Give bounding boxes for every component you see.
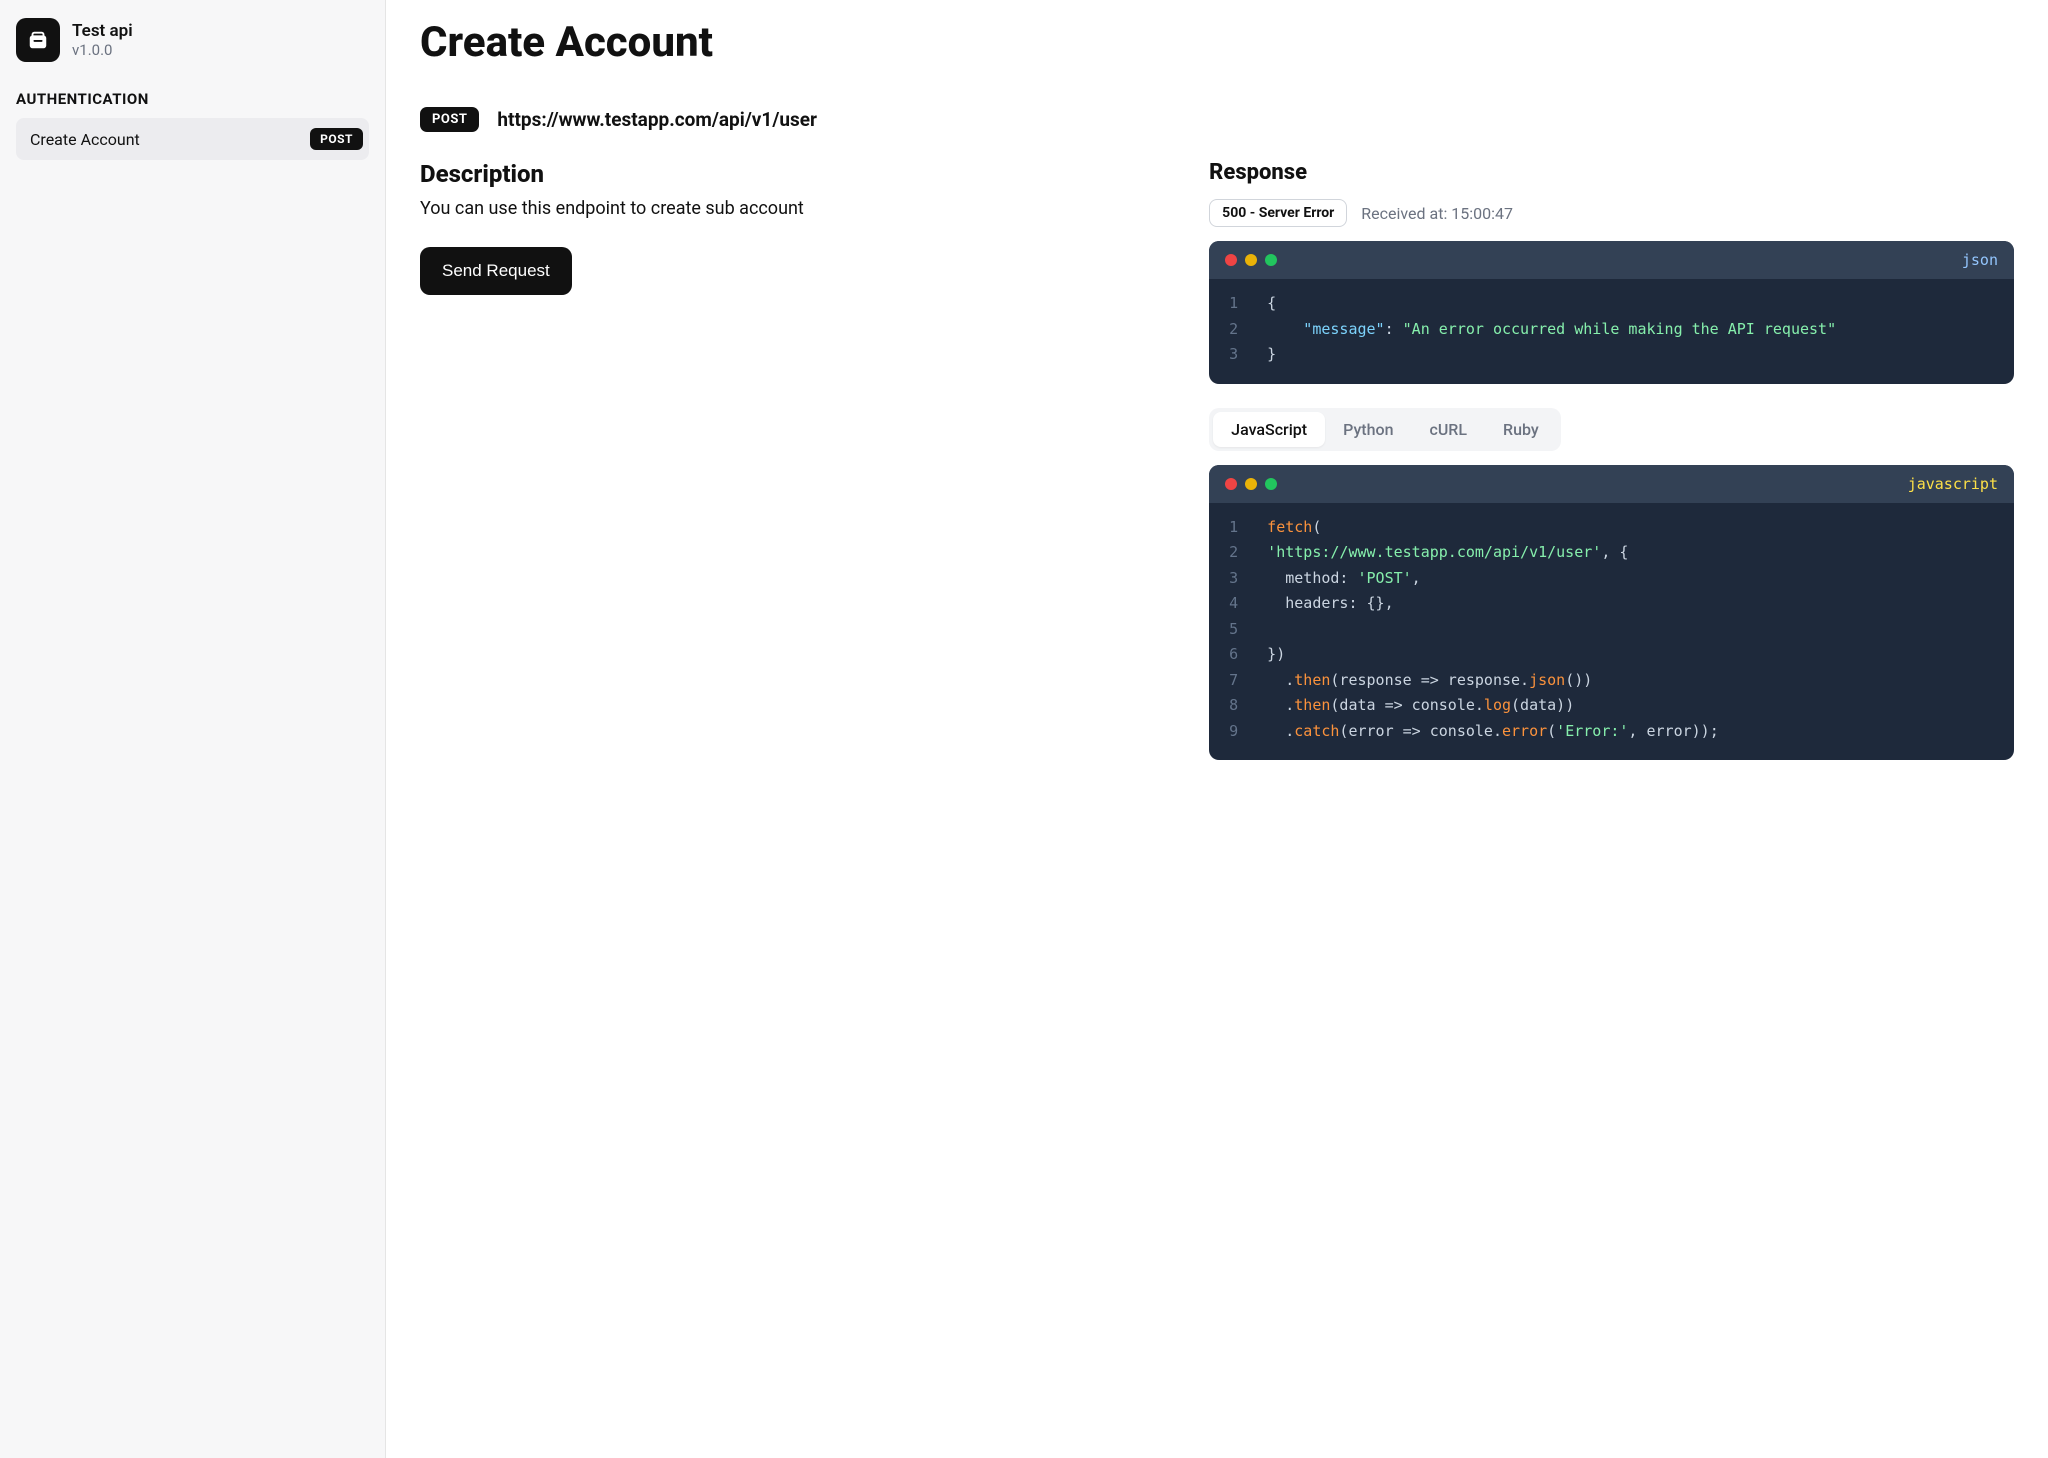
line-number: 1 <box>1229 291 1267 317</box>
tab-javascript[interactable]: JavaScript <box>1213 412 1325 447</box>
endpoint-method-badge: POST <box>420 107 479 132</box>
line-number: 6 <box>1229 642 1267 668</box>
response-received-at: Received at: 15:00:47 <box>1361 204 1513 223</box>
line-content: }) <box>1267 642 1994 668</box>
line-number: 2 <box>1229 540 1267 566</box>
line-content: "message": "An error occurred while maki… <box>1267 317 1994 343</box>
response-meta: 500 - Server Error Received at: 15:00:47 <box>1209 199 2014 227</box>
tab-python[interactable]: Python <box>1325 412 1411 447</box>
description-heading: Description <box>420 160 1169 188</box>
window-dot-red <box>1225 254 1237 266</box>
line-number: 3 <box>1229 342 1267 368</box>
endpoint-url: https://www.testapp.com/api/v1/user <box>497 108 817 131</box>
sidebar-item-method-badge: POST <box>310 128 363 150</box>
code-line: 2'https://www.testapp.com/api/v1/user', … <box>1229 540 1994 566</box>
sample-code-titlebar: javascript <box>1209 465 2014 503</box>
sidebar: Test api v1.0.0 AUTHENTICATION Create Ac… <box>0 0 386 1458</box>
sidebar-header: Test api v1.0.0 <box>16 18 369 62</box>
line-content: .then(response => response.json()) <box>1267 668 1994 694</box>
line-content: { <box>1267 291 1994 317</box>
main-content: Create Account POST https://www.testapp.… <box>386 0 2048 1458</box>
code-line: 1fetch( <box>1229 515 1994 541</box>
sample-code-body: 1fetch(2'https://www.testapp.com/api/v1/… <box>1209 503 2014 761</box>
endpoint-row: POST https://www.testapp.com/api/v1/user <box>420 107 2014 132</box>
line-content: headers: {}, <box>1267 591 1994 617</box>
code-line: 6}) <box>1229 642 1994 668</box>
line-number: 4 <box>1229 591 1267 617</box>
code-line: 3 method: 'POST', <box>1229 566 1994 592</box>
sample-code-window: javascript 1fetch(2'https://www.testapp.… <box>1209 465 2014 761</box>
app-name: Test api <box>72 21 133 41</box>
tab-ruby[interactable]: Ruby <box>1485 412 1557 447</box>
code-line: 7 .then(response => response.json()) <box>1229 668 1994 694</box>
sidebar-section-label: AUTHENTICATION <box>16 90 369 108</box>
line-content <box>1267 617 1994 643</box>
app-icon <box>16 18 60 62</box>
window-dots <box>1225 254 1277 266</box>
window-dot-green <box>1265 254 1277 266</box>
line-number: 9 <box>1229 719 1267 745</box>
line-content: .then(data => console.log(data)) <box>1267 693 1994 719</box>
sidebar-item-label: Create Account <box>30 130 140 149</box>
window-dot-green <box>1265 478 1277 490</box>
window-dot-yellow <box>1245 254 1257 266</box>
send-request-button[interactable]: Send Request <box>420 247 572 295</box>
code-line: 2 "message": "An error occurred while ma… <box>1229 317 1994 343</box>
code-line: 8 .then(data => console.log(data)) <box>1229 693 1994 719</box>
response-status-badge: 500 - Server Error <box>1209 199 1347 227</box>
code-line: 9 .catch(error => console.error('Error:'… <box>1229 719 1994 745</box>
window-dot-red <box>1225 478 1237 490</box>
line-content: method: 'POST', <box>1267 566 1994 592</box>
code-line: 5 <box>1229 617 1994 643</box>
tab-curl[interactable]: cURL <box>1411 412 1485 447</box>
line-content: .catch(error => console.error('Error:', … <box>1267 719 1994 745</box>
page-title: Create Account <box>420 18 2014 67</box>
response-code-body: 1{2 "message": "An error occurred while … <box>1209 279 2014 384</box>
code-language-tabs: JavaScriptPythoncURLRuby <box>1209 408 1561 451</box>
sidebar-item-create-account[interactable]: Create Account POST <box>16 118 369 160</box>
response-lang-label: json <box>1962 251 1998 269</box>
line-number: 2 <box>1229 317 1267 343</box>
response-code-titlebar: json <box>1209 241 2014 279</box>
response-heading: Response <box>1209 160 2014 185</box>
code-line: 4 headers: {}, <box>1229 591 1994 617</box>
app-version: v1.0.0 <box>72 41 133 59</box>
response-code-window: json 1{2 "message": "An error occurred w… <box>1209 241 2014 384</box>
line-number: 7 <box>1229 668 1267 694</box>
line-number: 8 <box>1229 693 1267 719</box>
line-content: 'https://www.testapp.com/api/v1/user', { <box>1267 540 1994 566</box>
window-dots <box>1225 478 1277 490</box>
line-number: 5 <box>1229 617 1267 643</box>
line-number: 3 <box>1229 566 1267 592</box>
line-content: } <box>1267 342 1994 368</box>
code-line: 3} <box>1229 342 1994 368</box>
sample-lang-label: javascript <box>1908 475 1998 493</box>
description-text: You can use this endpoint to create sub … <box>420 198 1169 219</box>
code-line: 1{ <box>1229 291 1994 317</box>
line-number: 1 <box>1229 515 1267 541</box>
line-content: fetch( <box>1267 515 1994 541</box>
window-dot-yellow <box>1245 478 1257 490</box>
